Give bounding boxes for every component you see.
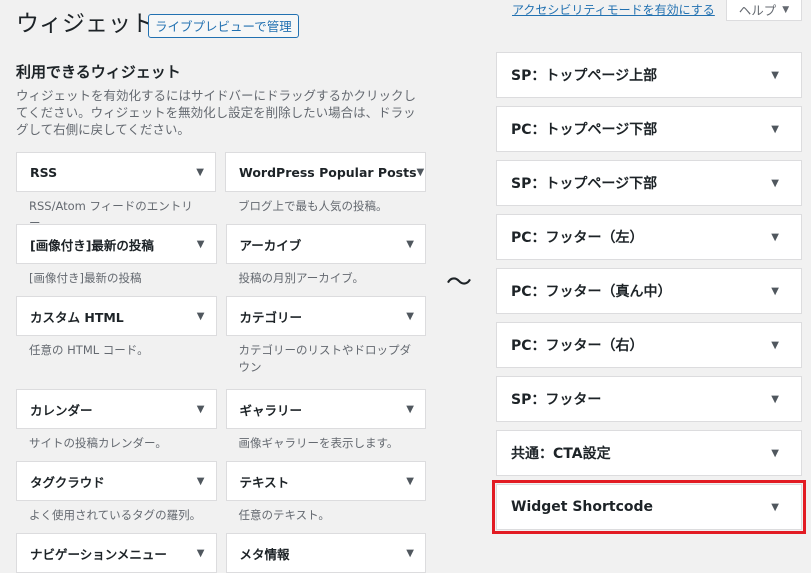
expand-arrow-icon[interactable]: ▼ <box>197 548 205 559</box>
sidebar-title: PC：フッター（左） <box>511 230 644 246</box>
expand-arrow-icon[interactable]: ▼ <box>406 404 414 415</box>
widget-title: カテゴリー <box>239 309 303 325</box>
sidebar-pc-top-lower[interactable]: PC：トップページ下部 ▼ <box>496 106 802 152</box>
expand-arrow-icon[interactable]: ▼ <box>406 311 414 322</box>
sidebar-widget-shortcode[interactable]: Widget Shortcode ▼ <box>492 480 806 534</box>
sidebar-sp-top-upper[interactable]: SP：トップページ上部 ▼ <box>496 52 802 98</box>
widget-description: 任意のテキスト。 <box>238 508 330 522</box>
widget-title: RSS <box>30 164 58 180</box>
widget-item: カテゴリー ▼ カテゴリーのリストやドロップダウン <box>225 296 426 389</box>
sidebar-title: PC：フッター（右） <box>511 338 644 354</box>
widget-item: カスタム HTML ▼ 任意の HTML コード。 <box>16 296 217 389</box>
sidebar-title: SP：トップページ上部 <box>511 68 658 84</box>
expand-arrow-icon[interactable]: ▼ <box>196 167 204 178</box>
expand-arrow-icon[interactable]: ▼ <box>771 340 779 351</box>
widget-tag-cloud[interactable]: タグクラウド ▼ <box>16 461 217 501</box>
sidebar-title: 共通：CTA設定 <box>511 446 611 462</box>
help-tab[interactable]: ヘルプ ▼ <box>726 0 802 21</box>
sidebar-title: Widget Shortcode <box>511 499 654 515</box>
sidebar-sp-footer[interactable]: SP：フッター ▼ <box>496 376 802 422</box>
expand-arrow-icon[interactable]: ▼ <box>771 178 779 189</box>
expand-arrow-icon[interactable]: ▼ <box>197 239 205 250</box>
widget-archives[interactable]: アーカイブ ▼ <box>225 224 426 264</box>
widget-description: 投稿の月別アーカイブ。 <box>238 271 364 285</box>
widget-item: [画像付き]最新の投稿 ▼ [画像付き]最新の投稿 <box>16 224 217 296</box>
page-title: ウィジェット <box>16 11 154 37</box>
sidebar-title: SP：フッター <box>511 392 602 408</box>
widget-description: よく使用されているタグの羅列。 <box>29 508 202 522</box>
expand-arrow-icon[interactable]: ▼ <box>406 548 414 559</box>
widget-description: カテゴリーのリストやドロップダウン <box>238 343 412 374</box>
live-preview-manage-button[interactable]: ライブプレビューで管理 <box>148 14 299 38</box>
expand-arrow-icon[interactable]: ▼ <box>197 404 205 415</box>
widget-item: テキスト ▼ 任意のテキスト。 <box>225 461 426 533</box>
widget-item: WordPress Popular Posts ▼ ブログ上で最も人気の投稿。 <box>225 152 426 224</box>
sidebar-pc-footer-center[interactable]: PC：フッター（真ん中） ▼ <box>496 268 802 314</box>
widget-rss[interactable]: RSS ▼ <box>16 152 216 192</box>
expand-arrow-icon[interactable]: ▼ <box>771 448 779 459</box>
widget-title: アーカイブ <box>239 237 302 253</box>
widget-navigation-menu[interactable]: ナビゲーションメニュー ▼ <box>16 533 217 573</box>
widget-description: 任意の HTML コード。 <box>29 343 149 357</box>
chevron-down-icon: ▼ <box>782 4 790 15</box>
sidebar-title: SP：トップページ下部 <box>511 176 658 192</box>
expand-arrow-icon[interactable]: ▼ <box>197 476 205 487</box>
help-tab-label: ヘルプ <box>738 3 777 18</box>
widget-areas-list: SP：トップページ上部 ▼ PC：トップページ下部 ▼ SP：トップページ下部 ▼ P… <box>492 52 806 538</box>
widget-gallery[interactable]: ギャラリー ▼ <box>225 389 426 429</box>
widget-recent-posts-with-image[interactable]: [画像付き]最新の投稿 ▼ <box>16 224 217 264</box>
widget-calendar[interactable]: カレンダー ▼ <box>16 389 217 429</box>
expand-arrow-icon[interactable]: ▼ <box>771 502 779 513</box>
expand-arrow-icon[interactable]: ▼ <box>417 167 425 178</box>
sidebar-title: PC：フッター（真ん中） <box>511 284 672 300</box>
widget-title: タグクラウド <box>30 474 105 490</box>
widget-description: RSS/Atom フィードのエントリー <box>29 199 193 224</box>
widget-item: メタ情報 ▼ <box>225 533 426 573</box>
widget-item: ギャラリー ▼ 画像ギャラリーを表示します。 <box>225 389 426 461</box>
expand-arrow-icon[interactable]: ▼ <box>771 232 779 243</box>
widget-item: カレンダー ▼ サイトの投稿カレンダー。 <box>16 389 217 461</box>
widget-meta[interactable]: メタ情報 ▼ <box>225 533 426 573</box>
widget-description: 画像ギャラリーを表示します。 <box>238 436 399 450</box>
widget-title: メタ情報 <box>239 546 290 562</box>
widget-description: [画像付き]最新の投稿 <box>29 271 142 285</box>
accessibility-mode-link[interactable]: アクセシビリティモードを有効にする <box>512 1 715 18</box>
sidebar-title: PC：トップページ下部 <box>511 122 658 138</box>
sidebar-common-cta[interactable]: 共通：CTA設定 ▼ <box>496 430 802 476</box>
widget-item: アーカイブ ▼ 投稿の月別アーカイブ。 <box>225 224 426 296</box>
expand-arrow-icon[interactable]: ▼ <box>771 70 779 81</box>
widget-title: ナビゲーションメニュー <box>30 546 167 562</box>
widget-description: ブログ上で最も人気の投稿。 <box>238 199 388 213</box>
available-widgets-title: 利用できるウィジェット <box>16 63 181 81</box>
widget-custom-html[interactable]: カスタム HTML ▼ <box>16 296 217 336</box>
widget-item: タグクラウド ▼ よく使用されているタグの羅列。 <box>16 461 217 533</box>
sidebar-pc-footer-right[interactable]: PC：フッター（右） ▼ <box>496 322 802 368</box>
widget-item: ナビゲーションメニュー ▼ <box>16 533 217 573</box>
widget-categories[interactable]: カテゴリー ▼ <box>225 296 426 336</box>
available-widgets-description: ウィジェットを有効化するにはサイドバーにドラッグするかクリックしてください。ウィ… <box>16 88 417 137</box>
widget-wordpress-popular-posts[interactable]: WordPress Popular Posts ▼ <box>225 152 426 192</box>
sidebar-sp-top-lower[interactable]: SP：トップページ下部 ▼ <box>496 160 802 206</box>
widget-title: [画像付き]最新の投稿 <box>30 237 154 253</box>
widget-description: サイトの投稿カレンダー。 <box>29 436 167 450</box>
widget-title: WordPress Popular Posts <box>239 164 417 180</box>
expand-arrow-icon[interactable]: ▼ <box>197 311 205 322</box>
widget-text[interactable]: テキスト ▼ <box>225 461 426 501</box>
expand-arrow-icon[interactable]: ▼ <box>771 124 779 135</box>
widget-title: カレンダー <box>30 402 93 418</box>
expand-arrow-icon[interactable]: ▼ <box>406 476 414 487</box>
widget-item: RSS ▼ RSS/Atom フィードのエントリー <box>16 152 216 224</box>
widget-title: ギャラリー <box>239 402 303 418</box>
available-widgets-list: RSS ▼ RSS/Atom フィードのエントリー WordPress Popul… <box>16 152 426 573</box>
sidebar-pc-footer-left[interactable]: PC：フッター（左） ▼ <box>496 214 802 260</box>
expand-arrow-icon[interactable]: ▼ <box>771 286 779 297</box>
omitted-separator: 〜 <box>446 268 473 298</box>
expand-arrow-icon[interactable]: ▼ <box>406 239 414 250</box>
expand-arrow-icon[interactable]: ▼ <box>771 394 779 405</box>
widget-title: テキスト <box>239 474 290 490</box>
widget-title: カスタム HTML <box>30 309 124 325</box>
